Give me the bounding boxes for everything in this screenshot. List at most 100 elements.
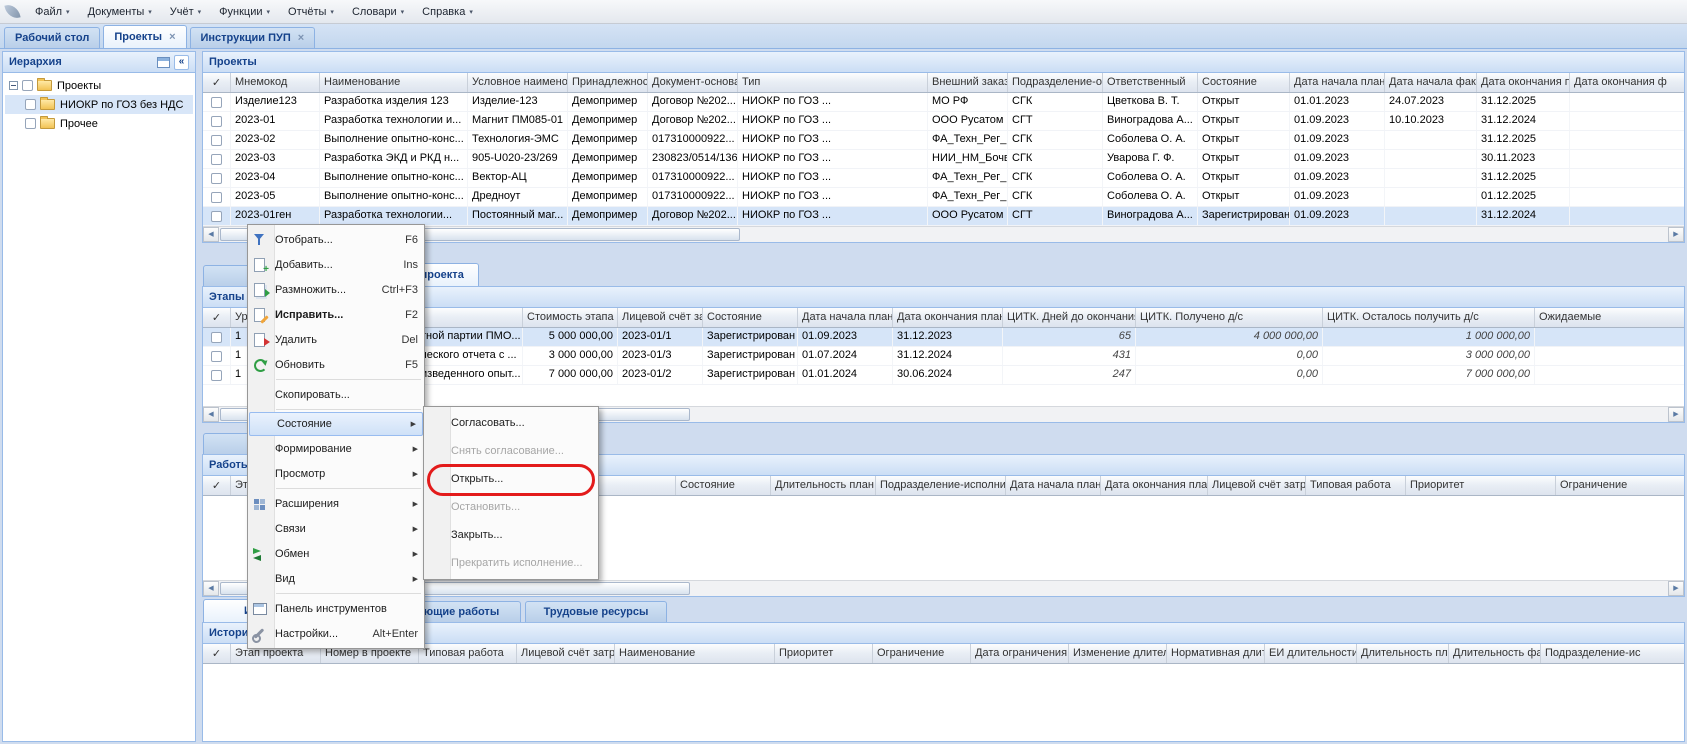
table-row[interactable]: 2023-03Разработка ЭКД и РКД н...905-U020… — [203, 150, 1684, 169]
table-row[interactable]: Изделие123Разработка изделия 123Изделие-… — [203, 93, 1684, 112]
column-header[interactable]: Длительность пла — [1357, 644, 1449, 663]
h-scrollbar[interactable]: ◀ ▶ — [203, 580, 1684, 596]
table-row[interactable]: 1изведенного опыт...7 000 000,002023-01/… — [203, 366, 1684, 385]
menubar-item[interactable]: Отчёты▾ — [279, 0, 343, 24]
column-header[interactable]: Длительность фак — [1449, 644, 1541, 663]
tree-item[interactable]: Проекты — [5, 76, 193, 95]
column-header[interactable]: ✓ — [203, 73, 231, 92]
column-header[interactable]: Изменение длител — [1069, 644, 1167, 663]
h-scrollbar[interactable]: ◀ ▶ — [203, 226, 1684, 242]
checkbox[interactable] — [25, 99, 36, 110]
submenu-item[interactable]: Остановить... — [424, 493, 598, 521]
context-menu-item[interactable]: Вид▶ — [248, 566, 424, 591]
menubar-item[interactable]: Документы▾ — [79, 0, 161, 24]
column-header[interactable]: Ожидаемые — [1535, 308, 1684, 327]
scroll-left-button[interactable]: ◀ — [203, 581, 219, 596]
column-header[interactable]: Типовая работа — [419, 644, 517, 663]
scroll-right-button[interactable]: ▶ — [1668, 581, 1684, 596]
table-row[interactable]: 2023-05Выполнение опытно-конс...Дредноут… — [203, 188, 1684, 207]
row-checkbox[interactable] — [203, 150, 231, 168]
tab-close-icon[interactable]: × — [169, 32, 175, 42]
row-checkbox[interactable] — [203, 169, 231, 187]
scroll-left-button[interactable]: ◀ — [203, 407, 219, 422]
tab-item[interactable]: Проекты× — [103, 25, 186, 48]
column-header[interactable]: Подразделение-ис — [1541, 644, 1684, 663]
column-header[interactable]: Внешний заказчик — [928, 73, 1008, 92]
column-header[interactable]: Длительность план ▼ — [771, 476, 876, 495]
context-menu-item[interactable]: ОбновитьF5 — [248, 352, 424, 377]
row-checkbox[interactable] — [203, 112, 231, 130]
table-row[interactable]: 2023-04Выполнение опытно-конс...Вектор-А… — [203, 169, 1684, 188]
row-checkbox[interactable] — [203, 207, 231, 225]
column-header[interactable]: Лицевой счёт затр — [618, 308, 703, 327]
tab-item[interactable]: Инструкции ПУП× — [190, 27, 316, 48]
context-menu-item[interactable]: УдалитьDel — [248, 327, 424, 352]
column-header[interactable]: Дата окончания пл — [1477, 73, 1570, 92]
column-header[interactable]: Дата окончания план — [1101, 476, 1208, 495]
column-header[interactable]: Дата начала план. — [1290, 73, 1385, 92]
column-header[interactable]: Приоритет — [775, 644, 873, 663]
column-header[interactable]: Ответственный — [1103, 73, 1198, 92]
column-header[interactable]: Подразделение-от — [1008, 73, 1103, 92]
scroll-right-button[interactable]: ▶ — [1668, 227, 1684, 242]
column-header[interactable]: Типовая работа — [1306, 476, 1406, 495]
column-header[interactable]: Ограничение — [1556, 476, 1684, 495]
column-header[interactable]: Наименование — [320, 73, 468, 92]
context-menu-item[interactable]: Исправить...F2 — [248, 302, 424, 327]
submenu-item[interactable]: Прекратить исполнение... — [424, 549, 598, 577]
tab-item[interactable]: Трудовые ресурсы — [525, 601, 667, 622]
checkbox[interactable] — [25, 118, 36, 129]
column-header[interactable]: Подразделение-исполнитель — [876, 476, 1006, 495]
expander-icon[interactable] — [9, 81, 18, 90]
column-header[interactable]: ЦИТК. Получено д/с — [1136, 308, 1323, 327]
row-checkbox[interactable] — [203, 188, 231, 206]
menubar-item[interactable]: Учёт▾ — [161, 0, 210, 24]
column-header[interactable]: Условное наименова — [468, 73, 568, 92]
tree-item[interactable]: Прочее — [5, 114, 193, 133]
column-header[interactable]: ✓ — [203, 308, 231, 327]
context-menu-item[interactable]: Формирование▶ — [248, 436, 424, 461]
column-header[interactable]: Наименование — [615, 644, 775, 663]
context-menu-item[interactable]: Панель инструментов — [248, 596, 424, 621]
column-header[interactable]: Приоритет — [1406, 476, 1556, 495]
column-header[interactable]: ЦИТК. Дней до окончания — [1003, 308, 1136, 327]
column-header[interactable]: Лицевой счёт затр — [1208, 476, 1306, 495]
table-row[interactable]: 1ческого отчета с ...3 000 000,002023-01… — [203, 347, 1684, 366]
table-row[interactable]: 1тной партии ПМО...5 000 000,002023-01/1… — [203, 328, 1684, 347]
tree-item[interactable]: НИОКР по ГОЗ без НДС — [5, 95, 193, 114]
column-header[interactable]: Стоимость этапа — [523, 308, 618, 327]
tab-item[interactable]: Рабочий стол — [4, 27, 100, 48]
row-checkbox[interactable] — [203, 347, 231, 365]
submenu-item[interactable]: Снять согласование... — [424, 437, 598, 465]
table-row[interactable]: 2023-01генРазработка технологии...Постоя… — [203, 207, 1684, 226]
column-header[interactable]: Ограничение — [873, 644, 971, 663]
column-header[interactable]: Нормативная длит — [1167, 644, 1265, 663]
context-menu-item[interactable]: Просмотр▶ — [248, 461, 424, 486]
tab-close-icon[interactable]: × — [298, 33, 304, 43]
menubar-item[interactable]: Словари▾ — [343, 0, 413, 24]
column-header[interactable]: Дата ограничения — [971, 644, 1069, 663]
column-header[interactable]: ЕИ длительности — [1265, 644, 1357, 663]
submenu-item[interactable]: Закрыть... — [424, 521, 598, 549]
table-row[interactable]: 2023-01Разработка технологии и...Магнит … — [203, 112, 1684, 131]
column-header[interactable]: Мнемокод — [231, 73, 320, 92]
hierarchy-filter-icon[interactable] — [157, 57, 170, 68]
column-header[interactable]: Тип — [738, 73, 928, 92]
row-checkbox[interactable] — [203, 328, 231, 346]
menubar-item[interactable]: Справка▾ — [413, 0, 482, 24]
submenu-item[interactable]: Согласовать... — [424, 409, 598, 437]
column-header[interactable]: Дата окончания план — [893, 308, 1003, 327]
column-header[interactable]: Состояние — [703, 308, 798, 327]
column-header[interactable]: ✓ — [203, 476, 231, 495]
scroll-right-button[interactable]: ▶ — [1668, 407, 1684, 422]
column-header[interactable]: Дата начала план — [798, 308, 893, 327]
collapse-panel-icon[interactable]: « — [174, 55, 189, 70]
column-header[interactable]: Дата начала план. — [1006, 476, 1101, 495]
context-menu-item[interactable]: Расширения▶ — [248, 491, 424, 516]
column-header[interactable]: ЦИТК. Осталось получить д/с — [1323, 308, 1535, 327]
scroll-left-button[interactable]: ◀ — [203, 227, 219, 242]
column-header[interactable]: Состояние — [1198, 73, 1290, 92]
context-menu-item[interactable]: Настройки...Alt+Enter — [248, 621, 424, 646]
context-menu-item[interactable]: Размножить...Ctrl+F3 — [248, 277, 424, 302]
column-header[interactable]: Состояние — [676, 476, 771, 495]
